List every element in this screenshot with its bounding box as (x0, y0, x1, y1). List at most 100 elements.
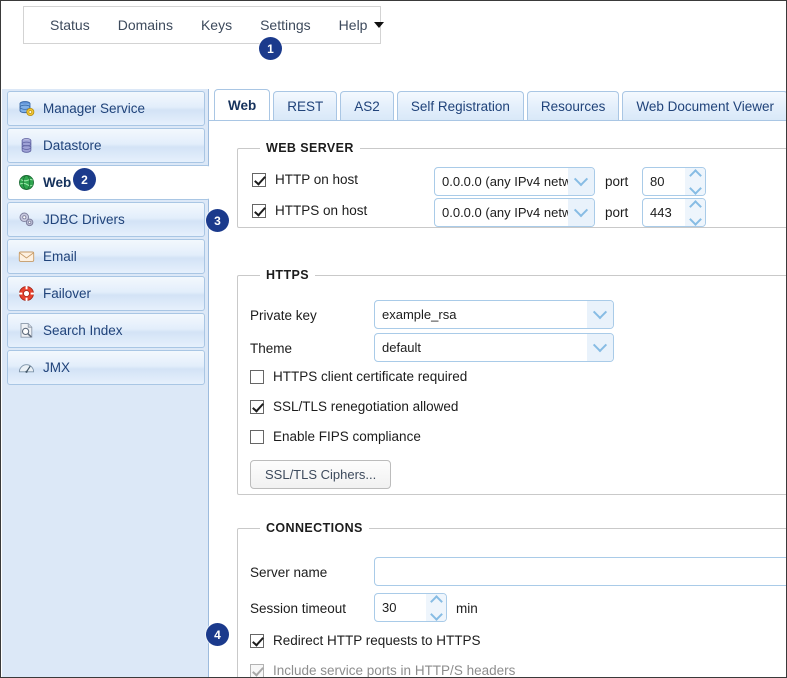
menu-item-status[interactable]: Status (36, 7, 104, 43)
ssl-renegotiation-checkbox[interactable] (250, 400, 264, 414)
sidebar-item-label: Manager Service (43, 101, 145, 116)
sidebar-item-label: JMX (43, 360, 70, 375)
sidebar-item-datastore[interactable]: Datastore (7, 128, 205, 163)
sidebar-item-search-index[interactable]: Search Index (7, 313, 205, 348)
https-group: HTTPS Private key example_rsa Theme defa… (237, 268, 786, 495)
callout-badge-3: 3 (206, 209, 229, 232)
sidebar-item-failover[interactable]: Failover (7, 276, 205, 311)
spinner-arrows-icon[interactable] (685, 199, 705, 226)
https-on-host-row: HTTPS on host (252, 203, 367, 218)
include-service-ports-label: Include service ports in HTTP/S headers (273, 663, 515, 677)
sidebar-item-jmx[interactable]: JMX (7, 350, 205, 385)
fips-compliance-row: Enable FIPS compliance (250, 429, 421, 444)
chevron-down-icon (568, 168, 594, 195)
session-timeout-spinner[interactable]: 30 (374, 593, 447, 622)
https-port-value: 443 (643, 199, 685, 226)
theme-value: default (375, 340, 587, 355)
https-on-host-label: HTTPS on host (275, 203, 367, 218)
fips-compliance-label: Enable FIPS compliance (273, 429, 421, 444)
sidebar-item-email[interactable]: Email (7, 239, 205, 274)
sidebar-item-jdbc-drivers[interactable]: JDBC Drivers (7, 202, 205, 237)
database-gear-icon (18, 100, 35, 117)
tab-as2[interactable]: AS2 (340, 91, 394, 121)
tab-self-registration[interactable]: Self Registration (397, 91, 524, 121)
callout-badge-2: 2 (73, 168, 96, 191)
callout-badge-4: 4 (206, 623, 229, 646)
tab-resources[interactable]: Resources (527, 91, 620, 121)
tab-bar: Web REST AS2 Self Registration Resources… (209, 89, 786, 121)
tab-web[interactable]: Web (214, 89, 270, 121)
fips-compliance-checkbox[interactable] (250, 430, 264, 444)
https-legend: HTTPS (260, 268, 315, 282)
redirect-http-checkbox[interactable] (250, 634, 264, 648)
chevron-down-icon (587, 334, 613, 361)
gauge-icon (18, 359, 35, 376)
https-on-host-checkbox[interactable] (252, 204, 266, 218)
http-host-select[interactable]: 0.0.0.0 (any IPv4 netw (434, 167, 595, 196)
spinner-arrows-icon[interactable] (426, 594, 446, 621)
envelope-icon (18, 248, 35, 265)
chevron-down-icon (568, 199, 594, 226)
http-on-host-row: HTTP on host (252, 172, 358, 187)
application-window: Status Domains Keys Settings Help 1 2 3 … (0, 0, 787, 678)
https-host-value: 0.0.0.0 (any IPv4 netw (435, 205, 568, 220)
session-timeout-value: 30 (375, 594, 426, 621)
gears-icon (18, 211, 35, 228)
sidebar-item-label: Datastore (43, 138, 102, 153)
http-host-value: 0.0.0.0 (any IPv4 netw (435, 174, 568, 189)
private-key-value: example_rsa (375, 307, 587, 322)
sidebar-item-label: Web (43, 175, 71, 190)
private-key-select[interactable]: example_rsa (374, 300, 614, 329)
https-port-spinner[interactable]: 443 (642, 198, 706, 227)
chevron-down-icon (587, 301, 613, 328)
connections-group: CONNECTIONS Server name Session timeout … (237, 521, 786, 677)
https-port-label: port (605, 205, 628, 220)
https-host-select[interactable]: 0.0.0.0 (any IPv4 netw (434, 198, 595, 227)
private-key-label: Private key (250, 308, 317, 323)
search-document-icon (18, 322, 35, 339)
ssl-renegotiation-label: SSL/TLS renegotiation allowed (273, 399, 458, 414)
server-name-input[interactable] (374, 557, 786, 586)
chevron-down-icon (374, 22, 384, 28)
sidebar-item-manager-service[interactable]: Manager Service (7, 91, 205, 126)
ssl-renegotiation-row: SSL/TLS renegotiation allowed (250, 399, 458, 414)
menu-item-keys[interactable]: Keys (187, 7, 246, 43)
web-settings-panel: WEB SERVER HTTP on host 0.0.0.0 (any IPv… (210, 121, 786, 677)
https-client-cert-checkbox[interactable] (250, 370, 264, 384)
redirect-http-label: Redirect HTTP requests to HTTPS (273, 633, 481, 648)
https-client-cert-label: HTTPS client certificate required (273, 369, 467, 384)
web-server-legend: WEB SERVER (260, 141, 360, 155)
menu-item-settings[interactable]: Settings (246, 7, 325, 43)
theme-select[interactable]: default (374, 333, 614, 362)
menu-item-domains[interactable]: Domains (104, 7, 187, 43)
sidebar-item-label: Failover (43, 286, 91, 301)
spinner-arrows-icon[interactable] (685, 168, 705, 195)
http-on-host-checkbox[interactable] (252, 173, 266, 187)
session-timeout-label: Session timeout (250, 601, 346, 616)
redirect-http-row: Redirect HTTP requests to HTTPS (250, 633, 481, 648)
settings-sidebar: Manager Service Datastore (2, 89, 209, 677)
http-port-value: 80 (643, 168, 685, 195)
lifebuoy-icon (18, 285, 35, 302)
http-port-spinner[interactable]: 80 (642, 167, 706, 196)
https-client-cert-row: HTTPS client certificate required (250, 369, 467, 384)
globe-icon (18, 174, 35, 191)
http-port-label: port (605, 174, 628, 189)
sidebar-item-web[interactable]: Web (7, 165, 210, 200)
main-menu-bar: Status Domains Keys Settings Help (23, 6, 381, 44)
tab-rest[interactable]: REST (273, 91, 337, 121)
sidebar-item-label: Email (43, 249, 77, 264)
server-name-label: Server name (250, 565, 327, 580)
tab-web-document-viewer[interactable]: Web Document Viewer (622, 91, 787, 121)
session-timeout-unit: min (456, 601, 478, 616)
database-icon (18, 137, 35, 154)
connections-legend: CONNECTIONS (260, 521, 369, 535)
sidebar-item-label: JDBC Drivers (43, 212, 125, 227)
sidebar-item-label: Search Index (43, 323, 123, 338)
web-server-group: WEB SERVER HTTP on host 0.0.0.0 (any IPv… (237, 141, 786, 228)
callout-badge-1: 1 (259, 37, 282, 60)
menu-item-help[interactable]: Help (325, 7, 399, 43)
http-on-host-label: HTTP on host (275, 172, 358, 187)
ssl-tls-ciphers-button[interactable]: SSL/TLS Ciphers... (250, 460, 391, 489)
theme-label: Theme (250, 341, 292, 356)
